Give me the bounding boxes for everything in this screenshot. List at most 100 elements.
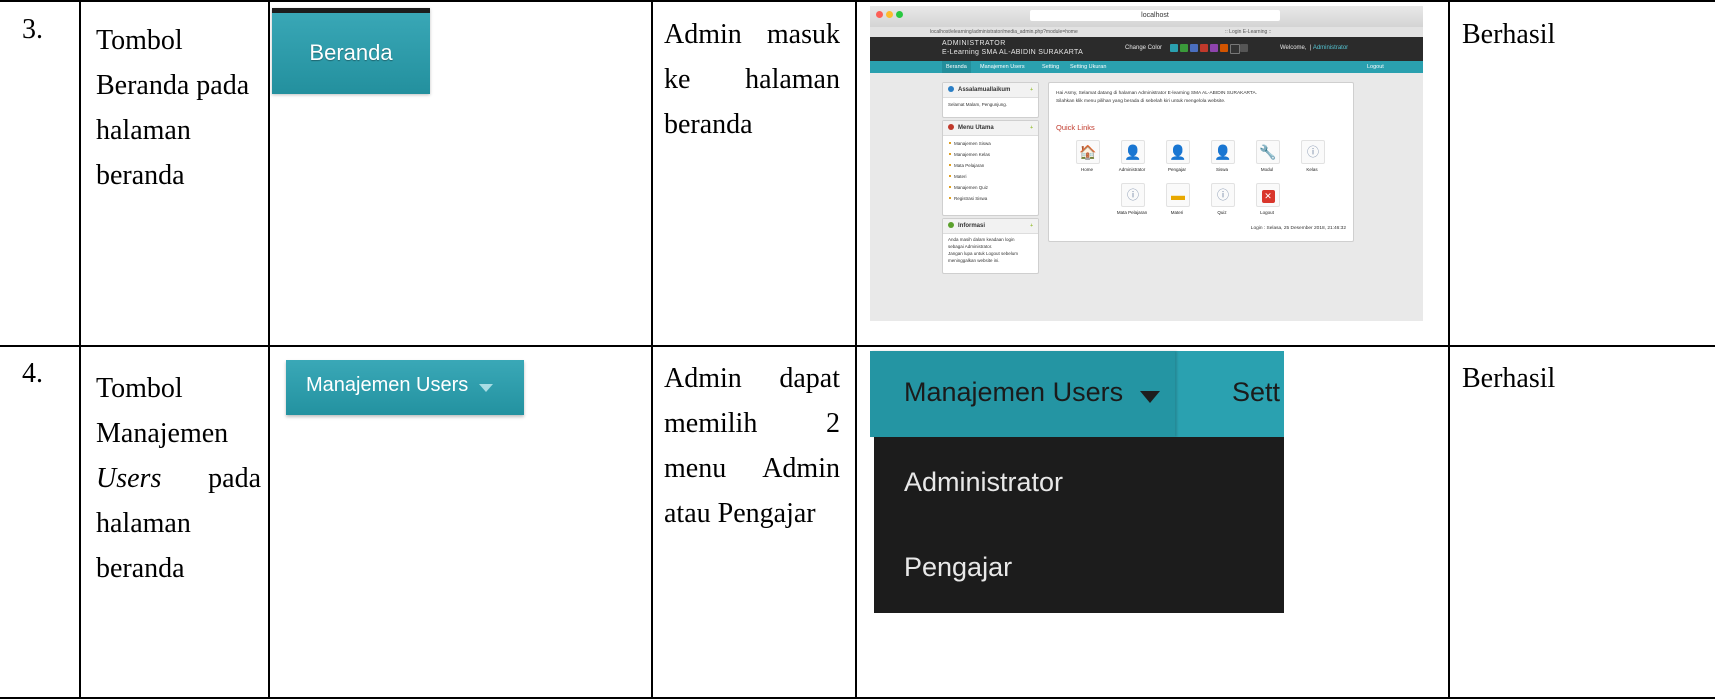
info-line: meninggalkan website ini. xyxy=(948,258,1000,263)
greeting-line: Hai Asmy, Selamat datang di halaman Admi… xyxy=(1056,91,1258,96)
quick-link-label: Siswa xyxy=(1215,167,1228,172)
menu-item: Mata Pelajaran xyxy=(949,163,984,168)
site-header: ADMINISTRATOR E-Learning SMA AL-ABIDIN S… xyxy=(870,37,1423,61)
site-nav: Beranda Manajemen Users Setting Setting … xyxy=(870,61,1423,73)
info-line: Anda masih dalam keadaan login xyxy=(948,237,1015,242)
test-name-line: Users pada xyxy=(96,456,261,501)
panel-title: Informasi xyxy=(958,223,986,229)
quick-link-label: Mata Pelajaran xyxy=(1116,210,1148,215)
welcome-label: Welcome, xyxy=(1280,45,1307,51)
greeting-panel: Assalamuallaikum + Selamat Malam, Pengunj… xyxy=(942,82,1039,118)
beranda-button-image: Beranda xyxy=(272,8,430,94)
address-text: localhost/elearning/administrator/media_… xyxy=(930,29,1078,35)
row-number: 3. xyxy=(22,14,43,45)
test-name-line: beranda xyxy=(96,160,185,191)
color-swatch xyxy=(1200,44,1208,52)
quick-link-label: Administrator xyxy=(1118,167,1146,172)
wrench-icon: 🔧 xyxy=(1256,140,1280,164)
panel-title: Menu Utama xyxy=(958,125,994,131)
beranda-button-label: Beranda xyxy=(309,40,393,65)
info-icon: ⓘ xyxy=(1121,183,1145,207)
col-divider-2 xyxy=(268,0,270,699)
expected-line: Admin masuk xyxy=(664,19,840,50)
url-bar: localhost xyxy=(1030,10,1280,21)
test-name-line: beranda xyxy=(96,553,185,584)
close-icon: ✕ xyxy=(1256,183,1280,207)
tab-title: :: Login E-Learning :: xyxy=(1225,29,1272,35)
expected-line: Admin dapat xyxy=(664,363,840,394)
col-divider-3 xyxy=(651,0,653,699)
quick-links-title: Quick Links xyxy=(1056,123,1095,132)
menu-item: Materi xyxy=(949,174,967,179)
italic-word: Users xyxy=(96,463,162,494)
quick-link-label: Logout xyxy=(1260,210,1274,215)
expected-line: memilih 2 xyxy=(664,408,840,439)
expected-line: menu Admin xyxy=(664,453,840,484)
manajemen-users-button-label: Manajemen Users xyxy=(306,374,469,396)
expected-line: ke halaman xyxy=(664,64,840,95)
col-divider-5 xyxy=(1448,0,1450,699)
nav-beranda: Beranda xyxy=(942,61,971,73)
menu-item: Registrasi Siswa xyxy=(949,196,987,201)
nav-setting-ukuran: Setting Ukuran xyxy=(1070,64,1107,70)
change-color-label: Change Color xyxy=(1125,45,1163,51)
dropdown-screenshot: Manajemen Users Sett Administrator Penga… xyxy=(870,351,1284,613)
col-divider-1 xyxy=(79,0,81,699)
manajemen-users-button-image: Manajemen Users xyxy=(286,360,524,415)
table-row-divider xyxy=(0,345,1715,347)
maximize-dot-icon xyxy=(896,11,903,18)
color-swatch xyxy=(1170,44,1178,52)
panel-header: Menu Utama + xyxy=(943,121,1038,136)
test-name-cell: Tombol Beranda pada halaman beranda xyxy=(96,18,261,198)
login-timestamp: Login : Selasa, 25 Desember 2018, 21:46:… xyxy=(1250,226,1346,231)
table-border-top xyxy=(0,0,1715,2)
main-panel: Hai Asmy, Selamat datang di halaman Admi… xyxy=(1048,82,1354,242)
welcome-user: Administrator xyxy=(1312,45,1349,51)
dropdown-item-administrator: Administrator xyxy=(904,467,1064,497)
close-dot-icon xyxy=(876,11,883,18)
test-name-line: Beranda pada xyxy=(96,70,250,101)
test-name-line: halaman xyxy=(96,508,191,539)
user-icon: 👤 xyxy=(1211,140,1235,164)
table-border-bottom xyxy=(0,697,1715,699)
test-name-line: Tombol xyxy=(96,373,183,404)
welcome-text: Welcome, | Administrator xyxy=(1280,45,1349,51)
info-icon: ⓘ xyxy=(1301,140,1325,164)
test-table: 3. Tombol Beranda pada halaman beranda B… xyxy=(0,0,1715,699)
color-swatch xyxy=(1230,44,1240,54)
minimize-dot-icon xyxy=(886,11,893,18)
info-line: sebagai Administrator. xyxy=(948,244,993,249)
quick-link-label: Materi xyxy=(1170,210,1184,215)
color-swatch xyxy=(1210,44,1218,52)
nav-manajemen-users: Manajemen Users xyxy=(980,64,1025,70)
user-icon: 👤 xyxy=(1121,140,1145,164)
chevron-down-icon xyxy=(1140,391,1160,403)
quick-link-label: Home xyxy=(1080,167,1093,172)
nav-setting: Setting xyxy=(1042,64,1060,70)
info-text: Anda masih dalam keadaan login sebagai A… xyxy=(948,236,1018,264)
expected-result-cell: Admin masuk ke halaman beranda xyxy=(664,12,840,147)
menu-panel: Menu Utama + Manajemen Siswa Manajemen Ke… xyxy=(942,120,1039,216)
test-name-line: Tombol xyxy=(96,25,183,56)
dropdown-menu: Administrator Pengajar xyxy=(874,437,1284,613)
color-swatch xyxy=(1190,44,1198,52)
site-title: ADMINISTRATOR xyxy=(942,40,1006,47)
info-icon: ⓘ xyxy=(1211,183,1235,207)
panel-header: Informasi + xyxy=(943,219,1038,234)
panel-header: Assalamuallaikum + xyxy=(943,83,1038,98)
panel-text: Selamat Malam, Pengunjung. xyxy=(948,102,1008,107)
nav-logout: Logout xyxy=(1367,64,1384,70)
color-swatch xyxy=(1180,44,1188,52)
row-number: 4. xyxy=(22,358,43,389)
menu-item: Manajemen Kelas xyxy=(949,152,990,157)
greeting-line: Silahkan klik menu pilihan yang berada d… xyxy=(1056,99,1226,104)
menu-item: Manajemen Siswa xyxy=(949,141,991,146)
dropdown-active-item: Manajemen Users xyxy=(870,351,1175,437)
quick-link-label: Kelas xyxy=(1306,167,1318,172)
quick-link-label: Pengajar xyxy=(1167,167,1186,172)
beranda-screenshot: localhost localhost/elearning/administra… xyxy=(870,6,1423,321)
quick-link-label: Quiz xyxy=(1217,210,1227,215)
test-name-word: pada xyxy=(208,463,261,494)
house-icon: 🏠 xyxy=(1076,140,1100,164)
browser-toolbar: localhost xyxy=(870,6,1423,28)
